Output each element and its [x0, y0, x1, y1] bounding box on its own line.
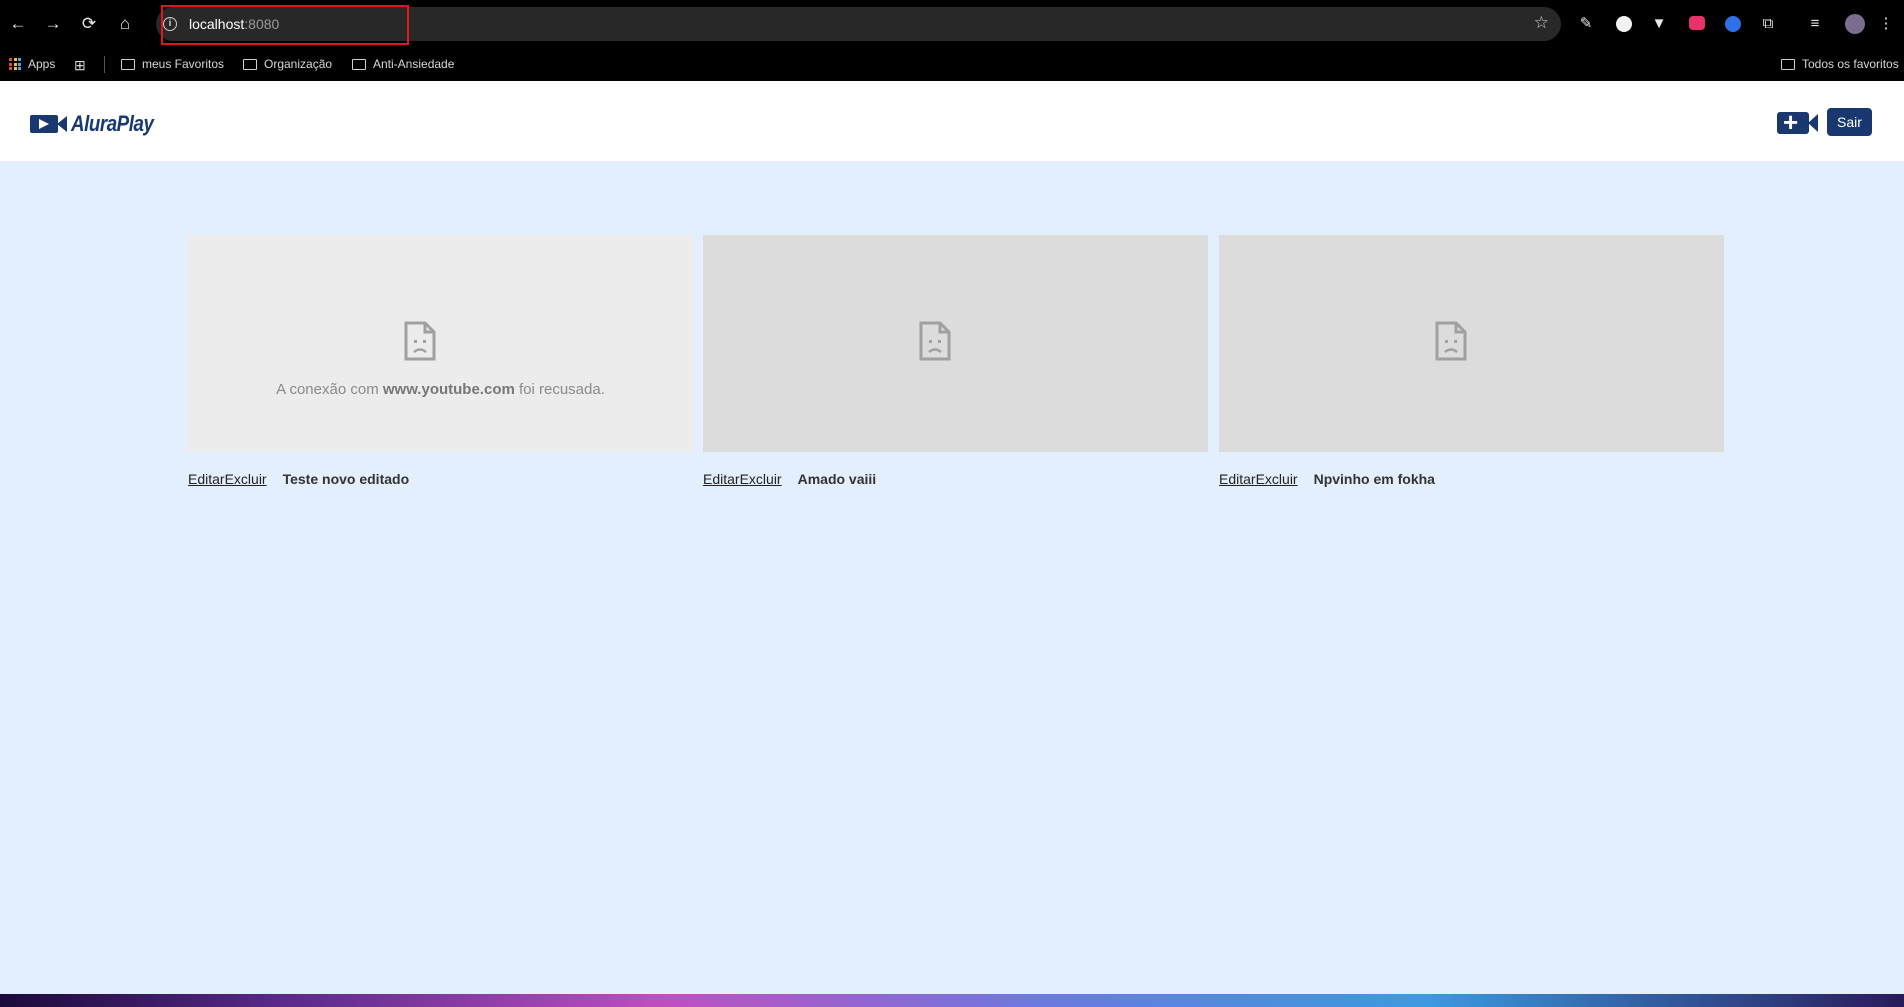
error-message: A conexão com www.youtube.com foi recusa…	[276, 381, 605, 398]
media-queue-icon[interactable]: ≡	[1804, 13, 1826, 35]
delete-link[interactable]: Excluir	[1256, 471, 1298, 487]
delete-link[interactable]: Excluir	[740, 471, 782, 487]
extension-pink-icon[interactable]	[1689, 16, 1705, 30]
video-embed[interactable]: A conexão com www.youtube.com foi recusa…	[188, 235, 693, 452]
edit-link[interactable]: Editar	[188, 471, 225, 487]
extension-circle-icon[interactable]	[1616, 16, 1632, 32]
highlight-box	[161, 5, 409, 45]
logo-camera-icon	[30, 115, 58, 133]
video-embed[interactable]	[1219, 235, 1724, 452]
sad-document-icon	[404, 321, 436, 361]
video-card: Editar Excluir Amado vaiii	[703, 235, 1208, 487]
folder-icon	[352, 58, 366, 70]
aluraplay-logo[interactable]: AluraPlay	[30, 111, 168, 137]
video-meta: Editar Excluir Amado vaiii	[703, 471, 1208, 487]
bookmark-folder-organizacao[interactable]: Organização	[243, 57, 332, 71]
video-meta: Editar Excluir Npvinho em fokha	[1219, 471, 1724, 487]
bookmark-folder-anti-ansiedade[interactable]: Anti-Ansiedade	[352, 57, 454, 71]
edit-link[interactable]: Editar	[1219, 471, 1256, 487]
bookmark-folder-all[interactable]: Todos os favoritos	[1781, 57, 1899, 71]
menu-kebab-icon[interactable]: ⋮	[1875, 13, 1897, 35]
folder-icon	[1781, 58, 1795, 70]
bookmark-folder-favoritos[interactable]: meus Favoritos	[121, 57, 224, 71]
edit-link[interactable]: Editar	[703, 471, 740, 487]
extension-v-icon[interactable]: ▼	[1648, 13, 1670, 35]
add-video-icon[interactable]	[1777, 107, 1818, 138]
back-icon[interactable]: ←	[6, 12, 30, 36]
sad-document-icon	[919, 321, 951, 361]
delete-link[interactable]: Excluir	[225, 471, 267, 487]
extensions-puzzle-icon[interactable]: ⧉	[1757, 13, 1779, 35]
video-title: Amado vaiii	[797, 471, 877, 487]
reload-icon[interactable]: ⟳	[77, 12, 101, 36]
os-taskbar	[0, 994, 1904, 1007]
video-card: A conexão com www.youtube.com foi recusa…	[188, 235, 693, 487]
site-header: AluraPlay Sair	[0, 81, 1904, 161]
bookmarks-bar: Apps ⊞ meus Favoritos Organização Anti-A…	[0, 48, 1904, 81]
video-title: Npvinho em fokha	[1313, 471, 1435, 487]
bookmark-separator	[104, 56, 105, 73]
video-embed[interactable]	[703, 235, 1208, 452]
browser-toolbar: ← → ⟳ ⌂ i localhost:8080 ☆ ✎ ▼ ⧉ ≡ ⋮	[0, 0, 1904, 48]
logout-button[interactable]: Sair	[1827, 108, 1872, 136]
forward-icon[interactable]: →	[41, 12, 65, 36]
bookmark-star-icon[interactable]: ☆	[1534, 13, 1549, 33]
video-title: Teste novo editado	[282, 471, 410, 487]
bookmark-apps[interactable]: Apps	[9, 57, 55, 71]
folder-icon	[121, 58, 135, 70]
profile-avatar[interactable]	[1845, 14, 1865, 34]
folder-icon	[243, 58, 257, 70]
apps-grid-icon	[9, 58, 21, 70]
eyedropper-icon[interactable]: ✎	[1575, 13, 1597, 35]
video-meta: Editar Excluir Teste novo editado	[188, 471, 693, 487]
tab-groups-icon[interactable]: ⊞	[74, 57, 86, 74]
sad-document-icon	[1435, 321, 1467, 361]
extension-blue-icon[interactable]	[1725, 16, 1741, 32]
video-card: Editar Excluir Npvinho em fokha	[1219, 235, 1724, 487]
home-icon[interactable]: ⌂	[113, 12, 137, 36]
